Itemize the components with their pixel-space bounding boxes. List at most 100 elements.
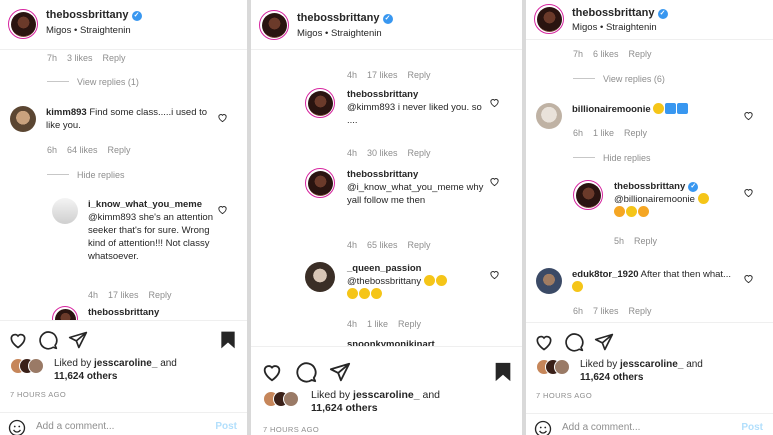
comment-bubble-icon[interactable] xyxy=(564,332,584,352)
like-comment-heart-icon[interactable] xyxy=(489,176,500,187)
profile-avatar[interactable] xyxy=(259,10,289,40)
share-send-icon[interactable] xyxy=(594,332,614,352)
comment-body: _queen_passion @thebossbrittany xyxy=(347,262,493,301)
comment-time: 6h xyxy=(47,145,58,155)
comment-text: @kimm893 i never liked you. so .... xyxy=(347,102,482,126)
reply-button[interactable]: Reply xyxy=(408,148,431,158)
likes-count-link[interactable]: 11,624 others xyxy=(54,371,117,382)
commenter-username[interactable]: _queen_passion xyxy=(347,262,493,275)
comment-likes[interactable]: 17 likes xyxy=(108,290,139,300)
hide-replies-button[interactable]: Hide replies xyxy=(47,170,125,180)
emoji-smile-icon[interactable] xyxy=(8,419,26,435)
view-replies-button[interactable]: View replies (6) xyxy=(573,74,665,84)
commenter-username[interactable]: eduk8tor_1920 xyxy=(572,269,639,280)
post-comment-button[interactable]: Post xyxy=(215,421,237,432)
like-comment-heart-icon[interactable] xyxy=(489,97,500,108)
like-heart-icon[interactable] xyxy=(8,330,28,350)
post-header: thebossbrittany ✓ Migos • Straightenin xyxy=(251,0,522,50)
commenter-avatar[interactable] xyxy=(305,262,335,292)
view-replies-button[interactable]: View replies (1) xyxy=(47,77,139,87)
post-time-ago: 7 HOURS AGO xyxy=(536,391,593,400)
comment-likes[interactable]: 17 likes xyxy=(367,70,398,80)
crying-emoji-icon xyxy=(371,288,382,299)
comment-time: 7h xyxy=(573,49,584,59)
commenter-avatar[interactable] xyxy=(305,88,335,118)
comment-likes[interactable]: 30 likes xyxy=(367,148,398,158)
like-comment-heart-icon[interactable] xyxy=(217,112,228,123)
header-subtitle[interactable]: Migos • Straightenin xyxy=(572,22,657,33)
header-subtitle[interactable]: Migos • Straightenin xyxy=(297,28,382,39)
reply-button[interactable]: Reply xyxy=(408,70,431,80)
liked-by-user-link[interactable]: jesscaroline_ xyxy=(353,389,420,401)
comment-body: thebossbrittany @kimm893 i never liked yo… xyxy=(347,88,493,127)
commenter-avatar[interactable] xyxy=(52,198,78,224)
commenter-username[interactable]: billionairemoonie xyxy=(572,104,651,115)
commenter-username[interactable]: thebossbrittany xyxy=(347,88,493,101)
share-send-icon[interactable] xyxy=(329,361,351,383)
header-subtitle[interactable]: Migos • Straightenin xyxy=(46,25,131,36)
comment-meta: 4h 17 likes Reply xyxy=(347,70,441,80)
likes-count-link[interactable]: 11,624 others xyxy=(311,402,378,414)
comment-likes[interactable]: 1 like xyxy=(367,319,388,329)
post-comment-button[interactable]: Post xyxy=(741,422,763,433)
liked-by-text: Liked by jesscaroline_ and 11,624 others xyxy=(54,358,177,382)
comment-time: 5h xyxy=(614,236,625,246)
comment-likes[interactable]: 65 likes xyxy=(367,240,398,250)
like-comment-heart-icon[interactable] xyxy=(743,187,754,198)
reply-button[interactable]: Reply xyxy=(149,290,172,300)
comment-body: thebossbrittany @i_know_what_you_meme why… xyxy=(347,168,487,207)
header-username[interactable]: thebossbrittany ✓ xyxy=(572,7,668,19)
add-comment-input[interactable]: Add a comment... xyxy=(562,422,640,433)
save-bookmark-icon[interactable] xyxy=(218,330,238,350)
comment-likes[interactable]: 6 likes xyxy=(593,49,619,59)
like-comment-heart-icon[interactable] xyxy=(489,269,500,280)
reply-button[interactable]: Reply xyxy=(634,236,657,246)
commenter-username[interactable]: thebossbrittany ✓ xyxy=(614,180,739,193)
commenter-avatar[interactable] xyxy=(573,180,603,210)
reply-button[interactable]: Reply xyxy=(629,306,652,316)
like-heart-icon[interactable] xyxy=(534,332,554,352)
hide-replies-button[interactable]: Hide replies xyxy=(573,153,651,163)
reply-button[interactable]: Reply xyxy=(624,128,647,138)
comment-bubble-icon[interactable] xyxy=(295,361,317,383)
profile-avatar[interactable] xyxy=(8,9,38,39)
commenter-username[interactable]: kimm893 xyxy=(46,107,87,118)
save-bookmark-icon[interactable] xyxy=(492,361,514,383)
reply-button[interactable]: Reply xyxy=(408,240,431,250)
commenter-avatar[interactable] xyxy=(536,268,562,294)
comment-likes[interactable]: 7 likes xyxy=(593,306,619,316)
profile-avatar[interactable] xyxy=(534,4,564,34)
reply-button[interactable]: Reply xyxy=(103,53,126,63)
emoji-smile-icon[interactable] xyxy=(534,420,552,435)
header-username[interactable]: thebossbrittany ✓ xyxy=(297,12,393,24)
likes-count-link[interactable]: 11,624 others xyxy=(580,372,643,383)
liked-by-text: Liked by jesscaroline_ and 11,624 others xyxy=(311,389,441,414)
liked-by-user-link[interactable]: jesscaroline_ xyxy=(620,359,683,370)
commenter-username[interactable]: thebossbrittany xyxy=(88,307,159,318)
comment-likes[interactable]: 3 likes xyxy=(67,53,93,63)
post-actions: Liked by jesscaroline_ and 11,624 others… xyxy=(0,320,247,435)
commenter-avatar[interactable] xyxy=(305,168,335,198)
liked-by-user-link[interactable]: jesscaroline_ xyxy=(94,358,157,369)
commenter-username[interactable]: i_know_what_you_meme xyxy=(88,198,222,211)
add-comment-input[interactable]: Add a comment... xyxy=(36,421,114,432)
comment-bubble-icon[interactable] xyxy=(38,330,58,350)
header-username[interactable]: thebossbrittany ✓ xyxy=(46,9,142,21)
comment-body: billionairemoonie xyxy=(572,103,689,116)
like-heart-icon[interactable] xyxy=(261,361,283,383)
reply-button[interactable]: Reply xyxy=(108,145,131,155)
reply-button[interactable]: Reply xyxy=(629,49,652,59)
crying-laughing-emoji-icon xyxy=(359,288,370,299)
like-comment-heart-icon[interactable] xyxy=(743,273,754,284)
like-comment-heart-icon[interactable] xyxy=(743,110,754,121)
commenter-avatar[interactable] xyxy=(10,106,36,132)
commenter-avatar[interactable] xyxy=(536,103,562,129)
laughing-emoji-icon xyxy=(347,288,358,299)
comment-likes[interactable]: 64 likes xyxy=(67,145,98,155)
like-comment-heart-icon[interactable] xyxy=(217,204,228,215)
commenter-username[interactable]: thebossbrittany xyxy=(347,168,487,181)
reply-button[interactable]: Reply xyxy=(398,319,421,329)
share-send-icon[interactable] xyxy=(68,330,88,350)
comment-likes[interactable]: 1 like xyxy=(593,128,614,138)
post-panel-3: thebossbrittany ✓ Migos • Straightenin 7h… xyxy=(526,0,773,435)
